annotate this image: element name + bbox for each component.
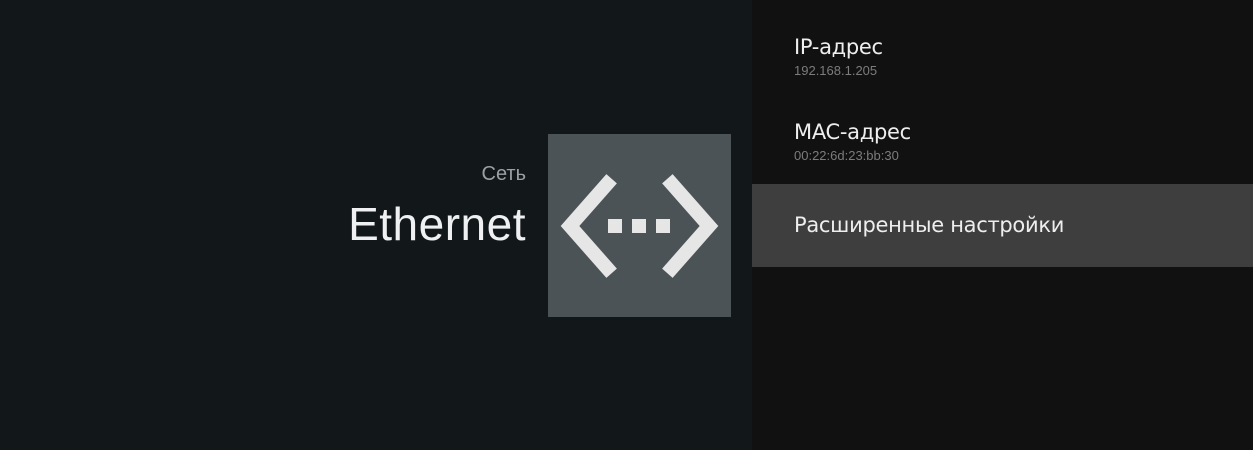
breadcrumb: Сеть (481, 163, 526, 185)
ethernet-icon (560, 174, 719, 278)
ip-address-value: 192.168.1.205 (794, 63, 878, 78)
mac-address-title: MAC-адрес (794, 120, 911, 144)
ip-address-title: IP-адрес (794, 35, 883, 59)
settings-list: IP-адрес 192.168.1.205 MAC-адрес 00:22:6… (752, 0, 1253, 450)
ethernet-icon-tile (548, 134, 731, 317)
mac-address-value: 00:22:6d:23:bb:30 (794, 148, 899, 163)
header-pane: Сеть Ethernet (0, 0, 752, 450)
advanced-settings-title: Расширенные настройки (794, 213, 1065, 237)
mac-address-item[interactable]: MAC-адрес 00:22:6d:23:bb:30 (752, 119, 1253, 179)
page-title: Ethernet (348, 198, 526, 250)
advanced-settings-item[interactable]: Расширенные настройки (752, 184, 1253, 267)
ip-address-item[interactable]: IP-адрес 192.168.1.205 (752, 34, 1253, 94)
